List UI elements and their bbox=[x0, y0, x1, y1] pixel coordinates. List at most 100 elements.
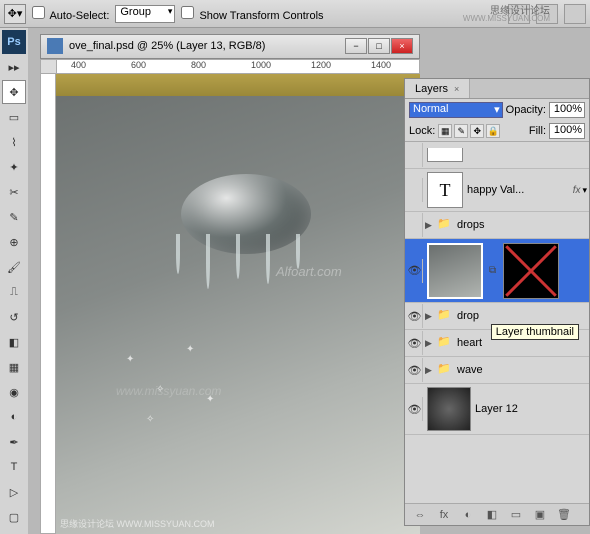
visibility-icon[interactable]: 👁 bbox=[407, 397, 423, 421]
gradient-tool-icon[interactable]: ▦ bbox=[2, 355, 26, 379]
layer-label: drops bbox=[457, 219, 485, 231]
expand-icon[interactable]: ▸▸ bbox=[2, 55, 26, 79]
minimize-button[interactable]: − bbox=[345, 38, 367, 54]
close-icon[interactable]: × bbox=[454, 84, 459, 94]
expand-arrow-icon[interactable]: ▶ bbox=[425, 220, 435, 231]
history-brush-icon[interactable]: ↺ bbox=[2, 305, 26, 329]
lock-all-icon[interactable]: 🔒 bbox=[486, 124, 500, 138]
marquee-tool-icon[interactable]: ▭ bbox=[2, 105, 26, 129]
layers-tab[interactable]: Layers× bbox=[405, 79, 470, 98]
eyedropper-tool-icon[interactable]: ✎ bbox=[2, 205, 26, 229]
trash-icon[interactable]: 🗑 bbox=[555, 507, 573, 523]
ruler-tick: 1400 bbox=[371, 60, 391, 70]
visibility-icon[interactable]: 👁 bbox=[407, 259, 423, 283]
stamp-tool-icon[interactable]: ⎍ bbox=[2, 280, 26, 304]
align-button[interactable] bbox=[564, 4, 586, 24]
ruler-tick: 600 bbox=[131, 60, 146, 70]
brush-tool-icon[interactable]: 🖌 bbox=[2, 255, 26, 279]
close-button[interactable]: × bbox=[391, 38, 413, 54]
blur-tool-icon[interactable]: ◉ bbox=[2, 380, 26, 404]
wand-tool-icon[interactable]: ✦ bbox=[2, 155, 26, 179]
dodge-tool-icon[interactable]: ◐ bbox=[2, 405, 26, 429]
ruler-tick: 1200 bbox=[311, 60, 331, 70]
fill-input[interactable]: 100% bbox=[549, 123, 585, 139]
ruler-tick: 1000 bbox=[251, 60, 271, 70]
ruler-tick: 400 bbox=[71, 60, 86, 70]
layers-panel: Layers× Normal Opacity: 100% Lock: ▦ ✎ ✥… bbox=[404, 78, 590, 526]
eraser-tool-icon[interactable]: ◧ bbox=[2, 330, 26, 354]
folder-icon: 📁 bbox=[437, 217, 453, 233]
layer-row-selected[interactable]: 👁 ⧉ bbox=[405, 239, 589, 303]
auto-select-checkbox[interactable]: Auto-Select: bbox=[32, 6, 109, 22]
auto-select-dropdown[interactable]: Group bbox=[115, 5, 175, 23]
document-canvas[interactable]: Alfoart.com www.missyuan.com ✦ ✧ ✦ ✧ ✦ 思… bbox=[56, 74, 420, 534]
layer-row-drops[interactable]: ▶ 📁 drops bbox=[405, 212, 589, 239]
blend-mode-dropdown[interactable]: Normal bbox=[409, 102, 503, 118]
fx-icon[interactable]: fx bbox=[435, 507, 453, 523]
adjustment-icon[interactable]: ◧ bbox=[483, 507, 501, 523]
move-tool-icon[interactable]: ✥ bbox=[2, 80, 26, 104]
chevron-down-icon[interactable]: ▾ bbox=[582, 185, 587, 196]
tooltip: Layer thumbnail bbox=[491, 324, 579, 340]
lock-pixels-icon[interactable]: ✎ bbox=[454, 124, 468, 138]
folder-icon: 📁 bbox=[437, 308, 453, 324]
opacity-label: Opacity: bbox=[506, 104, 546, 116]
ps-logo-icon[interactable]: Ps bbox=[2, 30, 26, 54]
pen-tool-icon[interactable]: ✒ bbox=[2, 430, 26, 454]
watermark-url: WWW.MISSYUAN.COM bbox=[463, 14, 550, 23]
fill-label: Fill: bbox=[529, 125, 546, 137]
folder-icon: 📁 bbox=[437, 335, 453, 351]
visibility-icon[interactable]: 👁 bbox=[407, 358, 423, 382]
mask-icon[interactable]: ◐ bbox=[459, 507, 477, 523]
link-layers-icon[interactable]: ⇔ bbox=[411, 507, 429, 523]
layer-row-partial[interactable] bbox=[405, 142, 589, 169]
opacity-input[interactable]: 100% bbox=[549, 102, 585, 118]
expand-arrow-icon[interactable]: ▶ bbox=[425, 365, 435, 376]
show-transform-checkbox[interactable]: Show Transform Controls bbox=[181, 6, 323, 22]
document-title: ove_final.psd @ 25% (Layer 13, RGB/8) bbox=[69, 40, 265, 52]
visibility-icon[interactable] bbox=[407, 213, 423, 237]
layer-label: heart bbox=[457, 337, 482, 349]
expand-arrow-icon[interactable]: ▶ bbox=[425, 311, 435, 322]
folder-icon: 📁 bbox=[437, 362, 453, 378]
visibility-icon[interactable] bbox=[407, 178, 423, 202]
vertical-ruler[interactable] bbox=[40, 74, 56, 534]
mask-thumbnail[interactable] bbox=[503, 243, 559, 299]
horizontal-ruler[interactable]: 400 600 800 1000 1200 1400 bbox=[40, 59, 420, 74]
auto-select-label: Auto-Select: bbox=[49, 10, 109, 22]
link-icon[interactable]: ⧉ bbox=[489, 265, 499, 276]
tools-panel: Ps ▸▸ ✥ ▭ ⌇ ✦ ✂ ✎ ⊕ 🖌 ⎍ ↺ ◧ ▦ ◉ ◐ ✒ T ▷ … bbox=[0, 28, 28, 534]
show-transform-label: Show Transform Controls bbox=[199, 10, 323, 22]
visibility-icon[interactable]: 👁 bbox=[407, 304, 423, 328]
heal-tool-icon[interactable]: ⊕ bbox=[2, 230, 26, 254]
layer-row-wave[interactable]: 👁 ▶ 📁 wave bbox=[405, 357, 589, 384]
layer-row-layer12[interactable]: 👁 Layer 12 bbox=[405, 384, 589, 435]
document-titlebar[interactable]: ove_final.psd @ 25% (Layer 13, RGB/8) − … bbox=[40, 34, 420, 59]
layer-label: wave bbox=[457, 364, 483, 376]
doc-icon bbox=[47, 38, 63, 54]
layer-thumbnail[interactable] bbox=[427, 387, 471, 431]
new-layer-icon[interactable]: ▣ bbox=[531, 507, 549, 523]
path-tool-icon[interactable]: ▷ bbox=[2, 480, 26, 504]
type-thumbnail[interactable]: T bbox=[427, 172, 463, 208]
lock-label: Lock: bbox=[409, 125, 435, 137]
lock-transparency-icon[interactable]: ▦ bbox=[438, 124, 452, 138]
ruler-tick: 800 bbox=[191, 60, 206, 70]
group-icon[interactable]: ▭ bbox=[507, 507, 525, 523]
crop-tool-icon[interactable]: ✂ bbox=[2, 180, 26, 204]
type-tool-icon[interactable]: T bbox=[2, 455, 26, 479]
layer-label: Layer 12 bbox=[475, 403, 518, 415]
visibility-icon[interactable]: 👁 bbox=[407, 331, 423, 355]
fx-badge[interactable]: fx bbox=[573, 185, 581, 196]
shape-tool-icon[interactable]: ▢ bbox=[2, 505, 26, 529]
maximize-button[interactable]: □ bbox=[368, 38, 390, 54]
layer-thumbnail[interactable] bbox=[427, 243, 483, 299]
footer-watermark: 思缘设计论坛 WWW.MISSYUAN.COM bbox=[60, 517, 215, 530]
layer-row-happy-val[interactable]: T happy Val... fx ▾ bbox=[405, 169, 589, 212]
lock-position-icon[interactable]: ✥ bbox=[470, 124, 484, 138]
layer-label: drop bbox=[457, 310, 479, 322]
move-tool-preset-icon[interactable]: ✥▾ bbox=[4, 4, 26, 24]
lasso-tool-icon[interactable]: ⌇ bbox=[2, 130, 26, 154]
expand-arrow-icon[interactable]: ▶ bbox=[425, 338, 435, 349]
layer-label: happy Val... bbox=[467, 184, 524, 196]
